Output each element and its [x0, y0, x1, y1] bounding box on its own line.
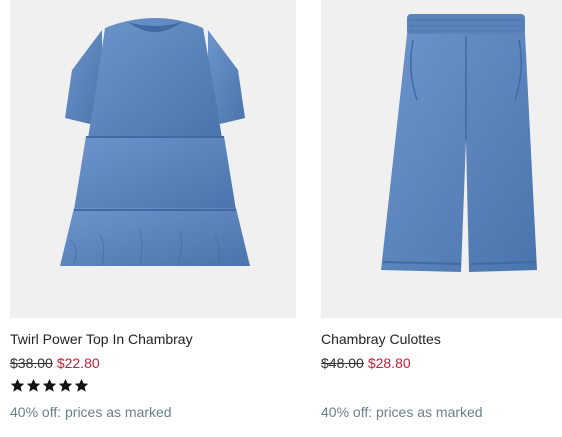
- denim-top-image: [60, 18, 250, 266]
- star-icon: [26, 378, 41, 392]
- star-icon: [42, 378, 57, 392]
- rating-stars[interactable]: [10, 378, 89, 393]
- denim-culottes-image: [381, 14, 537, 272]
- original-price: $48.00: [321, 355, 364, 371]
- star-icon: [10, 378, 25, 392]
- sale-price: $28.80: [367, 355, 411, 371]
- product-prices: $38.00 $22.80: [10, 355, 100, 371]
- original-price: $38.00: [10, 355, 53, 371]
- product-image[interactable]: [10, 0, 296, 318]
- product-prices: $48.00 $28.80: [321, 355, 411, 371]
- product-name[interactable]: Twirl Power Top In Chambray: [10, 331, 193, 347]
- product-name[interactable]: Chambray Culottes: [321, 331, 441, 347]
- product-card[interactable]: Chambray Culottes $48.00 $28.80 40% off: …: [321, 0, 562, 420]
- product-card[interactable]: Twirl Power Top In Chambray $38.00 $22.80…: [10, 0, 296, 420]
- star-icon: [58, 378, 73, 392]
- star-icon: [74, 378, 89, 392]
- sale-price: $22.80: [56, 355, 100, 371]
- promo-text: 40% off: prices as marked: [10, 404, 172, 420]
- product-image[interactable]: [321, 0, 562, 318]
- promo-text: 40% off: prices as marked: [321, 404, 483, 420]
